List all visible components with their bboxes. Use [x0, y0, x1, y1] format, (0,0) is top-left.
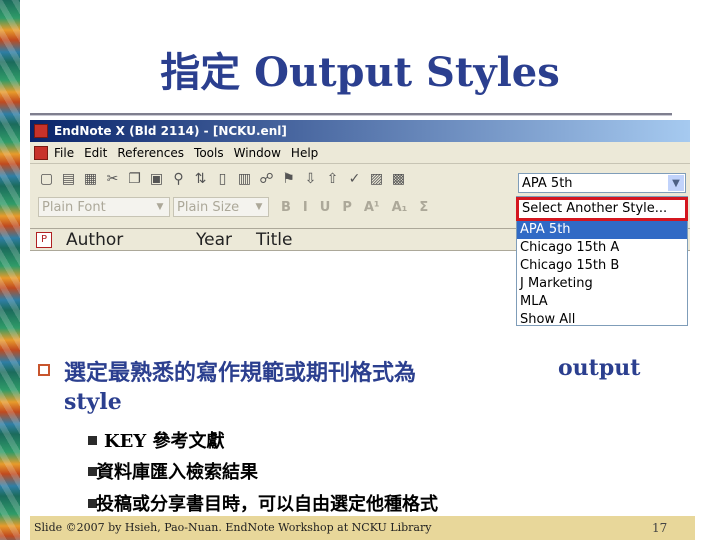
sort-icon[interactable]: ⇅: [192, 171, 209, 188]
plain-button[interactable]: P: [342, 200, 352, 215]
sub-bullet-3: 投稿或分享書目時，可以自由選定他種格式: [96, 494, 438, 515]
export-icon[interactable]: ⇧: [324, 171, 341, 188]
sub-bullet-2: 資料庫匯入檢索結果: [96, 462, 258, 483]
endnote-screenshot: EndNote X (Bld 2114) - [NCKU.enl] File E…: [30, 120, 690, 330]
sub-bullet-icon: [88, 436, 97, 445]
slide-title: 指定 Output Styles: [160, 49, 560, 96]
sub-bullet-1: KEY 參考文獻: [104, 431, 225, 452]
import-icon[interactable]: ⇩: [302, 171, 319, 188]
new-icon[interactable]: ▢: [38, 171, 55, 188]
chevron-down-icon[interactable]: ▼: [668, 175, 684, 191]
window-title: EndNote X (Bld 2114) - [NCKU.enl]: [54, 124, 287, 138]
main-bullet-text: 選定最熟悉的寫作規範或期刊格式為: [64, 360, 417, 386]
footer-credit: Slide ©2007 by Hsieh, Pao-Nuan. EndNote …: [34, 521, 432, 534]
column-title[interactable]: Title: [256, 230, 292, 250]
link-icon[interactable]: ☍: [258, 171, 275, 188]
spell-check-icon[interactable]: ✓: [346, 171, 363, 188]
style-option-show-all[interactable]: Show All: [517, 311, 687, 329]
main-bullet-continuation: style: [64, 389, 122, 415]
menu-tools[interactable]: Tools: [194, 146, 224, 160]
output-style-list: Select Another Style... APA 5th Chicago …: [516, 196, 688, 329]
page-number: 17: [652, 521, 668, 535]
paste-icon[interactable]: ▣: [148, 171, 165, 188]
superscript-button[interactable]: A¹: [364, 200, 380, 215]
style-option-j-marketing[interactable]: J Marketing: [517, 275, 687, 293]
select-another-style-option[interactable]: Select Another Style...: [516, 197, 688, 221]
title-divider: [30, 113, 672, 116]
image-icon[interactable]: ▨: [368, 171, 385, 188]
copy-icon[interactable]: ❐: [126, 171, 143, 188]
column-year[interactable]: Year: [196, 230, 256, 250]
menu-bar: File Edit References Tools Window Help: [30, 142, 690, 164]
attachment-icon: P: [36, 231, 52, 248]
document-icon: [34, 145, 48, 160]
style-option-apa[interactable]: APA 5th: [517, 221, 687, 239]
font-select[interactable]: Plain Font ▼: [38, 197, 170, 217]
subscript-button[interactable]: A₁: [392, 200, 408, 215]
open-icon[interactable]: ▤: [60, 171, 77, 188]
menu-references[interactable]: References: [117, 146, 184, 160]
chevron-down-icon[interactable]: ▼: [152, 199, 168, 215]
style-option-mla[interactable]: MLA: [517, 293, 687, 311]
main-bullet-icon: [38, 364, 50, 376]
menu-help[interactable]: Help: [291, 146, 318, 160]
chevron-down-icon[interactable]: ▼: [251, 199, 267, 215]
menu-edit[interactable]: Edit: [84, 146, 107, 160]
bold-button[interactable]: B: [281, 200, 291, 215]
menu-file[interactable]: File: [54, 146, 74, 160]
symbol-button[interactable]: Σ: [419, 200, 428, 215]
endnote-app-icon: [34, 124, 48, 138]
online-search-icon[interactable]: ⚑: [280, 171, 297, 188]
font-select-value: Plain Font: [42, 199, 106, 215]
italic-button[interactable]: I: [303, 200, 308, 215]
preview-icon[interactable]: ▯: [214, 171, 231, 188]
cut-icon[interactable]: ✂: [104, 171, 121, 188]
output-style-dropdown[interactable]: APA 5th ▼: [518, 173, 686, 193]
insert-citation-icon[interactable]: ▥: [236, 171, 253, 188]
underline-button[interactable]: U: [320, 200, 331, 215]
style-option-chicago-b[interactable]: Chicago 15th B: [517, 257, 687, 275]
output-style-value: APA 5th: [522, 175, 573, 191]
size-select[interactable]: Plain Size ▼: [173, 197, 269, 217]
menu-window[interactable]: Window: [234, 146, 281, 160]
style-option-chicago-a[interactable]: Chicago 15th A: [517, 239, 687, 257]
find-icon[interactable]: ⚲: [170, 171, 187, 188]
print-icon[interactable]: ▦: [82, 171, 99, 188]
window-titlebar: EndNote X (Bld 2114) - [NCKU.enl]: [30, 120, 690, 142]
column-author[interactable]: Author: [66, 230, 196, 250]
object-icon[interactable]: ▩: [390, 171, 407, 188]
size-select-value: Plain Size: [177, 199, 240, 215]
main-bullet-tail: output: [558, 355, 641, 381]
